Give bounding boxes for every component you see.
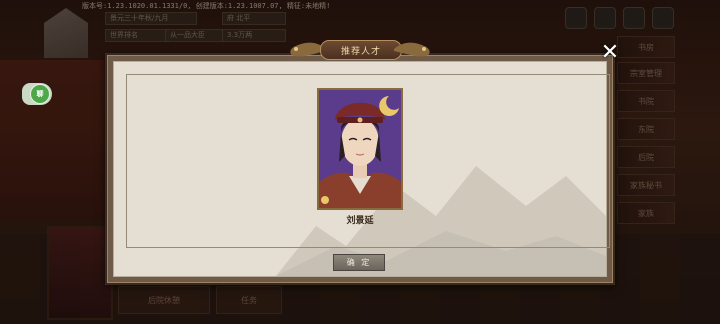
character-name: 刘景延 [346, 216, 374, 226]
dialog-title-plaque: 推荐人才 [286, 36, 434, 62]
character-portrait [317, 88, 403, 210]
character-illustration [319, 90, 401, 208]
chat-icon: 聊 [30, 84, 50, 104]
dialog-title: 推荐人才 [320, 40, 402, 60]
chat-badge[interactable]: 聊 [22, 83, 52, 105]
close-button[interactable]: ✕ [599, 42, 621, 64]
confirm-button[interactable]: 确 定 [333, 254, 385, 271]
dragon-ornament-right-icon [394, 42, 430, 57]
